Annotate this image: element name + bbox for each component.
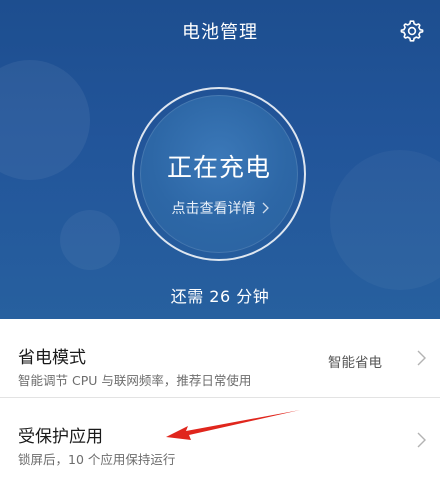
chevron-right-icon — [414, 347, 428, 369]
chevron-right-icon — [262, 202, 269, 214]
list-item-subtitle: 锁屏后，10 个应用保持运行 — [18, 452, 176, 467]
view-details-label: 点击查看详情 — [171, 201, 256, 217]
battery-manager-screen: 电池管理 正在充电 点击查看详情 还需 26 分钟 省电模式 智能调节 CPU … — [0, 0, 440, 480]
list-item-protected-apps[interactable]: 受保护应用 锁屏后，10 个应用保持运行 — [0, 398, 440, 480]
gear-icon — [400, 20, 424, 42]
time-remaining: 还需 26 分钟 — [170, 287, 270, 306]
chevron-right-icon — [414, 429, 428, 451]
list-item-title: 省电模式 — [18, 348, 86, 368]
background-bokeh — [0, 60, 90, 180]
background-bokeh — [330, 150, 440, 290]
list-item-subtitle: 智能调节 CPU 与联网频率，推荐日常使用 — [18, 373, 252, 388]
list-item-title: 受保护应用 — [18, 427, 103, 447]
view-details-link[interactable]: 点击查看详情 — [150, 198, 290, 218]
list-item-power-saving-mode[interactable]: 省电模式 智能调节 CPU 与联网频率，推荐日常使用 智能省电 — [0, 319, 440, 397]
background-bokeh — [60, 210, 120, 270]
list-item-value: 智能省电 — [328, 355, 382, 371]
charging-status: 正在充电 — [166, 153, 271, 182]
battery-status-header: 电池管理 正在充电 点击查看详情 还需 26 分钟 — [0, 0, 440, 319]
battery-settings-list: 省电模式 智能调节 CPU 与联网频率，推荐日常使用 智能省电 受保护应用 锁屏… — [0, 319, 440, 480]
settings-button[interactable] — [398, 17, 426, 45]
page-title: 电池管理 — [182, 22, 258, 43]
